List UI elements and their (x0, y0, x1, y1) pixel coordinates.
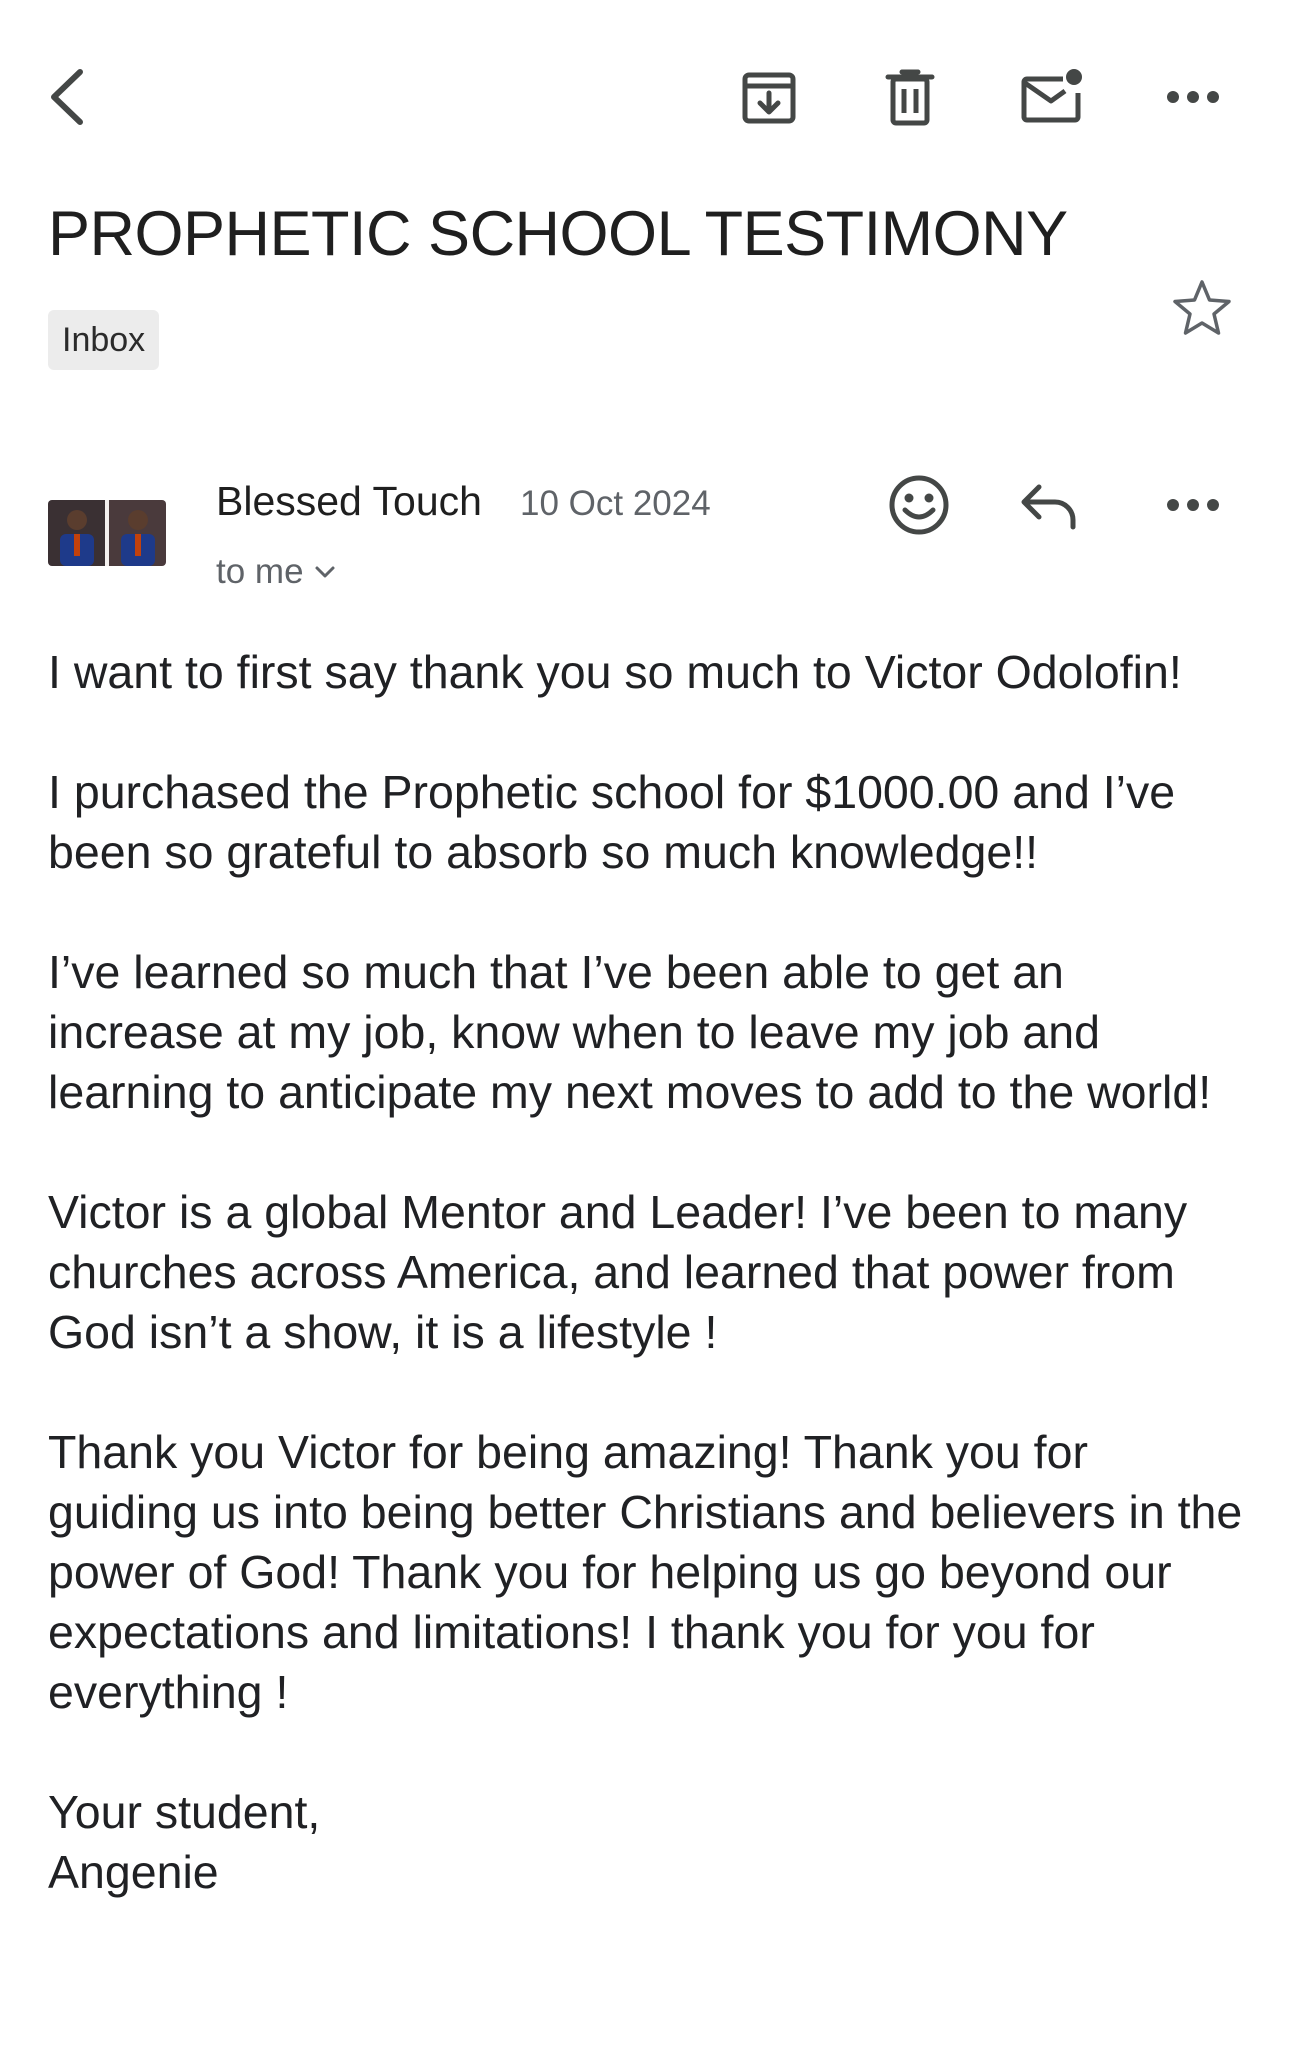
chevron-down-icon (315, 566, 335, 578)
trash-icon (885, 69, 935, 126)
star-button[interactable] (1162, 268, 1242, 348)
archive-icon (742, 72, 796, 124)
smiley-icon (889, 475, 949, 535)
mail-unread-icon (1021, 69, 1082, 123)
recipient-label: to me (216, 552, 304, 591)
archive-button[interactable] (724, 52, 814, 142)
email-body: I want to first say thank you so much to… (48, 642, 1248, 1902)
body-paragraph: I purchased the Prophetic school for $10… (48, 766, 1176, 878)
more-horizontal-icon (1167, 499, 1219, 511)
body-paragraph: I’ve learned so much that I’ve been able… (48, 946, 1212, 1118)
top-toolbar (0, 0, 1290, 190)
signoff: Your student, Angenie (48, 1782, 1248, 1902)
mark-unread-button[interactable] (1007, 52, 1097, 142)
reply-icon (1021, 484, 1076, 530)
star-outline-icon (1173, 280, 1231, 335)
avatar-photo (48, 500, 166, 566)
more-options-button[interactable] (1148, 52, 1238, 142)
signoff-closing: Your student, (48, 1786, 321, 1838)
email-subject: PROPHETIC SCHOOL TESTIMONY (48, 199, 1068, 269)
signoff-name: Angenie (48, 1846, 219, 1898)
sender-avatar[interactable] (48, 500, 166, 566)
more-horizontal-icon (1167, 91, 1219, 103)
body-paragraph: Victor is a global Mentor and Leader! I’… (48, 1186, 1188, 1358)
reply-button[interactable] (1004, 460, 1094, 550)
add-reaction-button[interactable] (874, 460, 964, 550)
body-paragraph: Thank you Victor for being amazing! Than… (48, 1426, 1243, 1718)
recipient-toggle[interactable]: to me (216, 552, 336, 592)
chevron-left-icon (51, 69, 83, 125)
delete-button[interactable] (865, 52, 955, 142)
message-more-button[interactable] (1148, 460, 1238, 550)
body-paragraph: I want to first say thank you so much to… (48, 646, 1182, 698)
sent-date: 10 Oct 2024 (520, 484, 711, 523)
back-button[interactable] (22, 52, 112, 142)
inbox-label-chip[interactable]: Inbox (48, 310, 160, 370)
sender-name[interactable]: Blessed Touch (216, 478, 482, 525)
